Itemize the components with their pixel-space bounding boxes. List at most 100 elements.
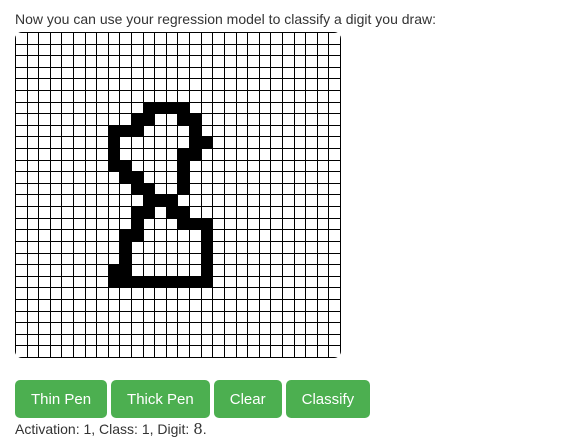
pixel-cell[interactable] (317, 299, 330, 312)
pixel-cell[interactable] (39, 33, 51, 45)
pixel-cell[interactable] (271, 230, 283, 242)
pixel-cell[interactable] (39, 91, 51, 103)
pixel-cell[interactable] (16, 288, 28, 300)
pixel-cell[interactable] (97, 149, 109, 161)
pixel-cell[interactable] (329, 183, 341, 196)
pixel-cell[interactable] (201, 137, 214, 150)
pixel-cell[interactable] (27, 207, 40, 219)
thin-pen-button[interactable]: Thin Pen (15, 380, 108, 418)
pixel-cell[interactable] (74, 207, 86, 219)
pixel-cell[interactable] (236, 230, 249, 242)
pixel-cell[interactable] (143, 230, 156, 242)
pixel-cell[interactable] (97, 230, 109, 242)
pixel-cell[interactable] (201, 91, 214, 103)
pixel-cell[interactable] (16, 334, 28, 347)
pixel-cell[interactable] (143, 311, 156, 324)
pixel-cell[interactable] (50, 149, 63, 161)
pixel-cell[interactable] (132, 33, 144, 45)
pixel-cell[interactable] (85, 114, 98, 126)
pixel-cell[interactable] (132, 207, 144, 219)
pixel-cell[interactable] (120, 265, 133, 277)
pixel-cell[interactable] (271, 346, 283, 358)
pixel-cell[interactable] (224, 33, 237, 45)
pixel-cell[interactable] (155, 323, 167, 335)
pixel-cell[interactable] (143, 241, 156, 254)
pixel-cell[interactable] (16, 149, 28, 161)
pixel-cell[interactable] (27, 102, 40, 115)
pixel-cell[interactable] (282, 91, 295, 103)
pixel-cell[interactable] (317, 323, 330, 335)
pixel-cell[interactable] (50, 172, 63, 184)
pixel-cell[interactable] (108, 265, 121, 277)
pixel-cell[interactable] (213, 230, 225, 242)
pixel-cell[interactable] (166, 79, 179, 92)
pixel-cell[interactable] (27, 265, 40, 277)
pixel-cell[interactable] (166, 207, 179, 219)
pixel-cell[interactable] (166, 102, 179, 115)
pixel-cell[interactable] (271, 79, 283, 92)
pixel-cell[interactable] (39, 241, 51, 254)
pixel-cell[interactable] (259, 183, 272, 196)
pixel-cell[interactable] (97, 299, 109, 312)
pixel-cell[interactable] (132, 311, 144, 324)
pixel-cell[interactable] (236, 114, 249, 126)
pixel-cell[interactable] (132, 346, 144, 358)
pixel-cell[interactable] (108, 33, 121, 45)
pixel-cell[interactable] (143, 114, 156, 126)
pixel-cell[interactable] (50, 276, 63, 289)
pixel-cell[interactable] (271, 218, 283, 231)
pixel-cell[interactable] (329, 172, 341, 184)
pixel-cell[interactable] (178, 323, 191, 335)
pixel-cell[interactable] (317, 160, 330, 173)
pixel-cell[interactable] (306, 160, 318, 173)
pixel-cell[interactable] (282, 346, 295, 358)
pixel-cell[interactable] (224, 218, 237, 231)
pixel-cell[interactable] (201, 183, 214, 196)
pixel-cell[interactable] (294, 346, 307, 358)
pixel-cell[interactable] (259, 311, 272, 324)
pixel-cell[interactable] (248, 67, 260, 80)
pixel-cell[interactable] (236, 67, 249, 80)
pixel-cell[interactable] (108, 137, 121, 150)
pixel-cell[interactable] (282, 137, 295, 150)
pixel-cell[interactable] (329, 56, 341, 68)
pixel-cell[interactable] (282, 44, 295, 57)
pixel-cell[interactable] (97, 334, 109, 347)
pixel-cell[interactable] (213, 265, 225, 277)
pixel-cell[interactable] (317, 44, 330, 57)
pixel-cell[interactable] (190, 265, 202, 277)
pixel-cell[interactable] (27, 160, 40, 173)
pixel-cell[interactable] (271, 125, 283, 138)
pixel-cell[interactable] (213, 79, 225, 92)
pixel-cell[interactable] (201, 311, 214, 324)
pixel-cell[interactable] (317, 79, 330, 92)
pixel-cell[interactable] (213, 160, 225, 173)
pixel-cell[interactable] (166, 67, 179, 80)
pixel-cell[interactable] (39, 288, 51, 300)
pixel-cell[interactable] (248, 44, 260, 57)
pixel-cell[interactable] (62, 149, 75, 161)
pixel-cell[interactable] (190, 323, 202, 335)
pixel-cell[interactable] (62, 33, 75, 45)
pixel-cell[interactable] (74, 67, 86, 80)
pixel-cell[interactable] (259, 102, 272, 115)
pixel-cell[interactable] (74, 91, 86, 103)
pixel-cell[interactable] (190, 346, 202, 358)
pixel-cell[interactable] (329, 67, 341, 80)
pixel-cell[interactable] (97, 91, 109, 103)
pixel-cell[interactable] (317, 195, 330, 208)
pixel-cell[interactable] (213, 276, 225, 289)
pixel-cell[interactable] (213, 334, 225, 347)
pixel-cell[interactable] (120, 172, 133, 184)
pixel-cell[interactable] (50, 44, 63, 57)
pixel-cell[interactable] (190, 160, 202, 173)
pixel-cell[interactable] (224, 91, 237, 103)
pixel-cell[interactable] (329, 125, 341, 138)
pixel-cell[interactable] (259, 241, 272, 254)
pixel-cell[interactable] (120, 183, 133, 196)
pixel-cell[interactable] (317, 33, 330, 45)
pixel-cell[interactable] (282, 218, 295, 231)
pixel-cell[interactable] (306, 183, 318, 196)
pixel-cell[interactable] (259, 149, 272, 161)
pixel-cell[interactable] (190, 56, 202, 68)
